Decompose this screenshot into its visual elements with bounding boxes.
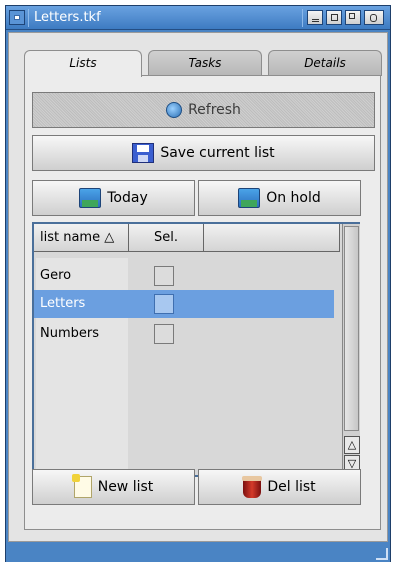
select-checkbox[interactable] — [154, 324, 174, 344]
disk-icon — [132, 143, 155, 163]
select-checkbox[interactable] — [154, 294, 174, 314]
del-list-button[interactable]: Del list — [198, 469, 361, 505]
refresh-label: Refresh — [188, 102, 241, 118]
on-hold-label: On hold — [266, 190, 321, 206]
window: Letters.tkf Lists Tasks Details Refresh … — [5, 5, 391, 562]
list-item-name: Numbers — [40, 326, 99, 341]
scroll-up-button[interactable]: △ — [344, 436, 360, 454]
on-hold-button[interactable]: On hold — [198, 180, 361, 216]
column-header-list-name[interactable]: list name △ — [34, 224, 129, 252]
zoom-button[interactable] — [326, 10, 342, 25]
vertical-scrollbar[interactable]: △ ▽ — [342, 224, 360, 475]
window-title: Letters.tkf — [34, 10, 101, 25]
note-icon — [71, 474, 92, 498]
iconify-button[interactable] — [307, 10, 323, 25]
box-icon — [79, 188, 102, 208]
depth-button[interactable] — [345, 10, 361, 25]
resize-handle[interactable] — [376, 548, 388, 560]
tab-details[interactable]: Details — [268, 50, 382, 76]
today-button[interactable]: Today — [32, 180, 195, 216]
new-list-button[interactable]: New list — [32, 469, 195, 505]
list-item-name: Letters — [40, 296, 86, 311]
today-label: Today — [107, 190, 148, 206]
new-list-label: New list — [97, 479, 154, 495]
refresh-icon — [166, 102, 183, 118]
tab-bar: Lists Tasks Details — [24, 50, 386, 77]
tab-lists[interactable]: Lists — [24, 50, 142, 77]
box-icon — [238, 188, 261, 208]
lists-panel: Refresh Save current list Today On hold … — [24, 75, 381, 530]
tab-tasks[interactable]: Tasks — [148, 50, 262, 76]
list-view: list name △ Sel. Gero Letters Numbers △ … — [32, 222, 360, 477]
titlebar-separator — [28, 9, 29, 27]
select-checkbox[interactable] — [154, 266, 174, 286]
window-footer — [6, 542, 390, 562]
column-header-sel[interactable]: Sel. — [129, 224, 204, 252]
close-button[interactable] — [364, 10, 384, 25]
scroll-thumb[interactable] — [344, 226, 359, 431]
bin-icon — [242, 476, 263, 498]
window-menu-button[interactable] — [9, 10, 25, 25]
titlebar[interactable]: Letters.tkf — [6, 6, 390, 30]
column-header-empty[interactable] — [204, 224, 340, 252]
refresh-button[interactable]: Refresh — [32, 92, 375, 128]
list-item-name: Gero — [40, 268, 72, 283]
window-body: Lists Tasks Details Refresh Save current… — [8, 32, 388, 542]
del-list-label: Del list — [267, 479, 316, 495]
save-label: Save current list — [160, 145, 275, 161]
save-list-button[interactable]: Save current list — [32, 135, 375, 171]
list-item[interactable]: Gero — [34, 262, 334, 290]
list-item[interactable]: Numbers — [34, 320, 334, 348]
titlebar-separator — [302, 9, 303, 27]
list-item[interactable]: Letters — [34, 290, 334, 318]
